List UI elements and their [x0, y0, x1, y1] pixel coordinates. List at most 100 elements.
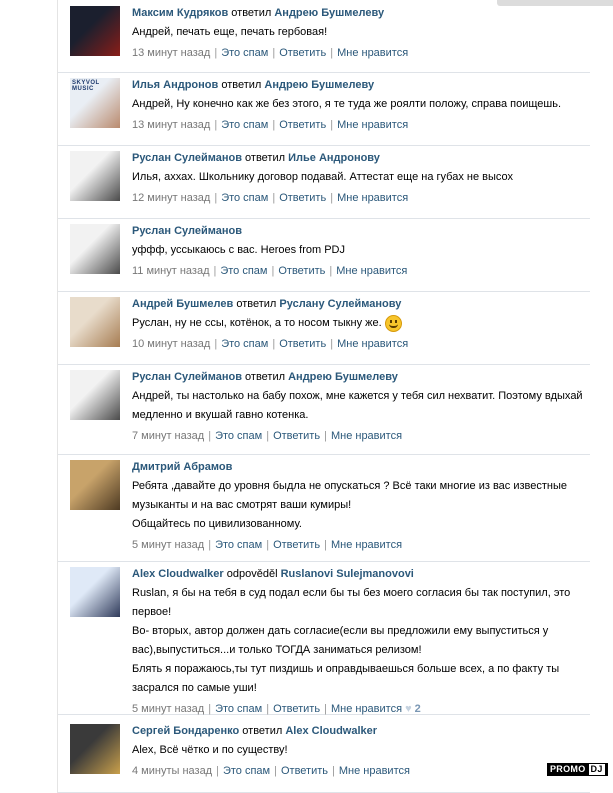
avatar[interactable]: [70, 460, 120, 510]
author-link[interactable]: Руслан Сулейманов: [132, 152, 242, 164]
comment-text: Андрей, печать еще, печать гербовая!: [132, 23, 590, 42]
like-link[interactable]: Мне нравится: [337, 119, 408, 131]
report-spam-link[interactable]: Это спам: [221, 338, 268, 350]
comment-text-line-with-emoji: Руслан, ну не ссы, котёнок, а то носом т…: [132, 314, 590, 333]
separator: |: [208, 539, 212, 551]
comment-header: Сергей Бондаренко ответил Alex Cloudwalk…: [132, 723, 590, 739]
reply-target-link[interactable]: Андрею Бушмелеву: [274, 7, 384, 19]
comment-body: Андрей Бушмелев ответил Руслану Сулейман…: [132, 296, 590, 353]
comment-header: Руслан Сулейманов: [132, 223, 590, 239]
like-link[interactable]: Мне нравится: [337, 192, 408, 204]
author-link[interactable]: Илья Андронов: [132, 79, 218, 91]
comment-text-line: Илья, аххах. Школьнику договор подавай. …: [132, 171, 513, 183]
reply-link[interactable]: Ответить: [279, 119, 326, 131]
like-link[interactable]: Мне нравится: [339, 765, 410, 777]
reply-target-link[interactable]: Ruslanovi Sulejmanovovi: [281, 568, 414, 580]
comment-text-line: Блять я поражаюсь,ты тут пиздишь и оправ…: [132, 663, 560, 675]
reply-link[interactable]: Ответить: [281, 765, 328, 777]
comment-item: Андрей Бушмелев ответил Руслану Сулейман…: [58, 292, 590, 365]
separator: |: [271, 265, 275, 277]
like-link[interactable]: Мне нравится: [331, 703, 402, 715]
avatar[interactable]: [70, 224, 120, 274]
reply-verb: odpověděl: [226, 568, 278, 580]
like-link[interactable]: Мне нравится: [337, 338, 408, 350]
comment-body: Дмитрий Абрамов Ребята ,давайте до уровня…: [132, 459, 590, 554]
comment-text-line: Ребята ,давайте до уровня быдла не опуск…: [132, 480, 567, 492]
avatar[interactable]: [70, 297, 120, 347]
timestamp: 12 минут назад: [132, 192, 211, 204]
separator: |: [272, 119, 276, 131]
report-spam-link[interactable]: Это спам: [221, 47, 268, 59]
like-link[interactable]: Мне нравится: [337, 47, 408, 59]
separator: |: [324, 539, 327, 551]
reply-link[interactable]: Ответить: [279, 192, 326, 204]
separator: |: [214, 192, 218, 204]
report-spam-link[interactable]: Это спам: [221, 119, 268, 131]
promodj-watermark: PROMO DJ: [547, 763, 608, 776]
comment-header: Илья Андронов ответил Андрею Бушмелеву: [132, 77, 590, 93]
avatar[interactable]: [70, 151, 120, 201]
report-spam-link[interactable]: Это спам: [223, 765, 270, 777]
author-link[interactable]: Alex Cloudwalker: [132, 568, 224, 580]
author-link[interactable]: Сергей Бондаренко: [132, 725, 239, 737]
comment-text: Alex, Всё чётко и по существу!: [132, 741, 590, 760]
report-spam-link[interactable]: Это спам: [215, 539, 262, 551]
comment-item: Дмитрий Абрамов Ребята ,давайте до уровня…: [58, 455, 590, 562]
avatar[interactable]: [70, 6, 120, 56]
heart-icon[interactable]: ♥: [402, 703, 412, 715]
author-link[interactable]: Руслан Сулейманов: [132, 225, 242, 237]
separator: |: [274, 765, 277, 777]
comment-text-line: Руслан, ну не ссы, котёнок, а то носом т…: [132, 317, 382, 329]
author-link[interactable]: Андрей Бушмелев: [132, 298, 233, 310]
avatar[interactable]: [70, 724, 120, 774]
reply-target-link[interactable]: Руслану Сулейманову: [279, 298, 401, 310]
separator: |: [214, 119, 218, 131]
comment-item: Руслан Сулейманов ответил Андрею Бушмеле…: [58, 365, 590, 455]
comment-meta: 13 минут назад | Это спам | Ответить | Мне нра…: [132, 116, 590, 134]
reply-target-link[interactable]: Андрею Бушмелеву: [264, 79, 374, 91]
avatar[interactable]: SKYVOL MUSIC: [70, 78, 120, 128]
reply-link[interactable]: Ответить: [273, 430, 320, 442]
separator: |: [214, 338, 218, 350]
reply-verb: ответил: [245, 152, 286, 164]
comment-header: Alex Cloudwalker odpověděl Ruslanovi Sul…: [132, 566, 590, 582]
reply-link[interactable]: Ответить: [279, 338, 326, 350]
separator: |: [329, 265, 333, 277]
report-spam-link[interactable]: Это спам: [220, 265, 267, 277]
reply-target-link[interactable]: Андрею Бушмелеву: [288, 371, 398, 383]
reply-target-link[interactable]: Alex Cloudwalker: [285, 725, 377, 737]
comment-body: Руслан Сулейманов ответил Андрею Бушмеле…: [132, 369, 590, 445]
reply-link[interactable]: Ответить: [278, 265, 325, 277]
like-link[interactable]: Мне нравится: [331, 539, 402, 551]
comment-header: Руслан Сулейманов ответил Андрею Бушмеле…: [132, 369, 590, 385]
like-link[interactable]: Мне нравится: [331, 430, 402, 442]
comment-text: Ребята ,давайте до уровня быдла не опуск…: [132, 477, 590, 534]
report-spam-link[interactable]: Это спам: [221, 192, 268, 204]
author-link[interactable]: Максим Кудряков: [132, 7, 228, 19]
comment-text-line: Андрей, Ну конечно как же без этого, я т…: [132, 98, 562, 110]
author-link[interactable]: Руслан Сулейманов: [132, 371, 242, 383]
reply-verb: ответил: [245, 371, 286, 383]
reply-verb: ответил: [236, 298, 277, 310]
comment-meta: 5 минут назад | Это спам | Ответить | Мне нрав…: [132, 536, 590, 554]
author-link[interactable]: Дмитрий Абрамов: [132, 461, 232, 473]
reply-verb: ответил: [231, 7, 272, 19]
watermark-promo: PROMO: [550, 764, 586, 774]
separator: |: [330, 338, 334, 350]
comment-item: SKYVOL MUSIC Илья Андронов ответил Андрею…: [58, 73, 590, 146]
avatar[interactable]: [70, 567, 120, 617]
reply-target-link[interactable]: Илье Андронову: [288, 152, 380, 164]
reply-link[interactable]: Ответить: [273, 703, 320, 715]
likes-count: 2: [414, 703, 421, 715]
report-spam-link[interactable]: Это спам: [215, 703, 262, 715]
like-link[interactable]: Мне нравится: [336, 265, 407, 277]
reply-link[interactable]: Ответить: [279, 47, 326, 59]
avatar[interactable]: [70, 370, 120, 420]
timestamp: 11 минут назад: [132, 265, 210, 277]
report-spam-link[interactable]: Это спам: [215, 430, 262, 442]
reply-link[interactable]: Ответить: [273, 539, 320, 551]
comment-text: Ruslan, я бы на тебя в суд подал если бы…: [132, 584, 590, 698]
comment-body: Руслан Сулейманов уффф, уссыкаюсь с вас. …: [132, 223, 590, 280]
separator: |: [266, 703, 270, 715]
timestamp: 10 минут назад: [132, 338, 211, 350]
